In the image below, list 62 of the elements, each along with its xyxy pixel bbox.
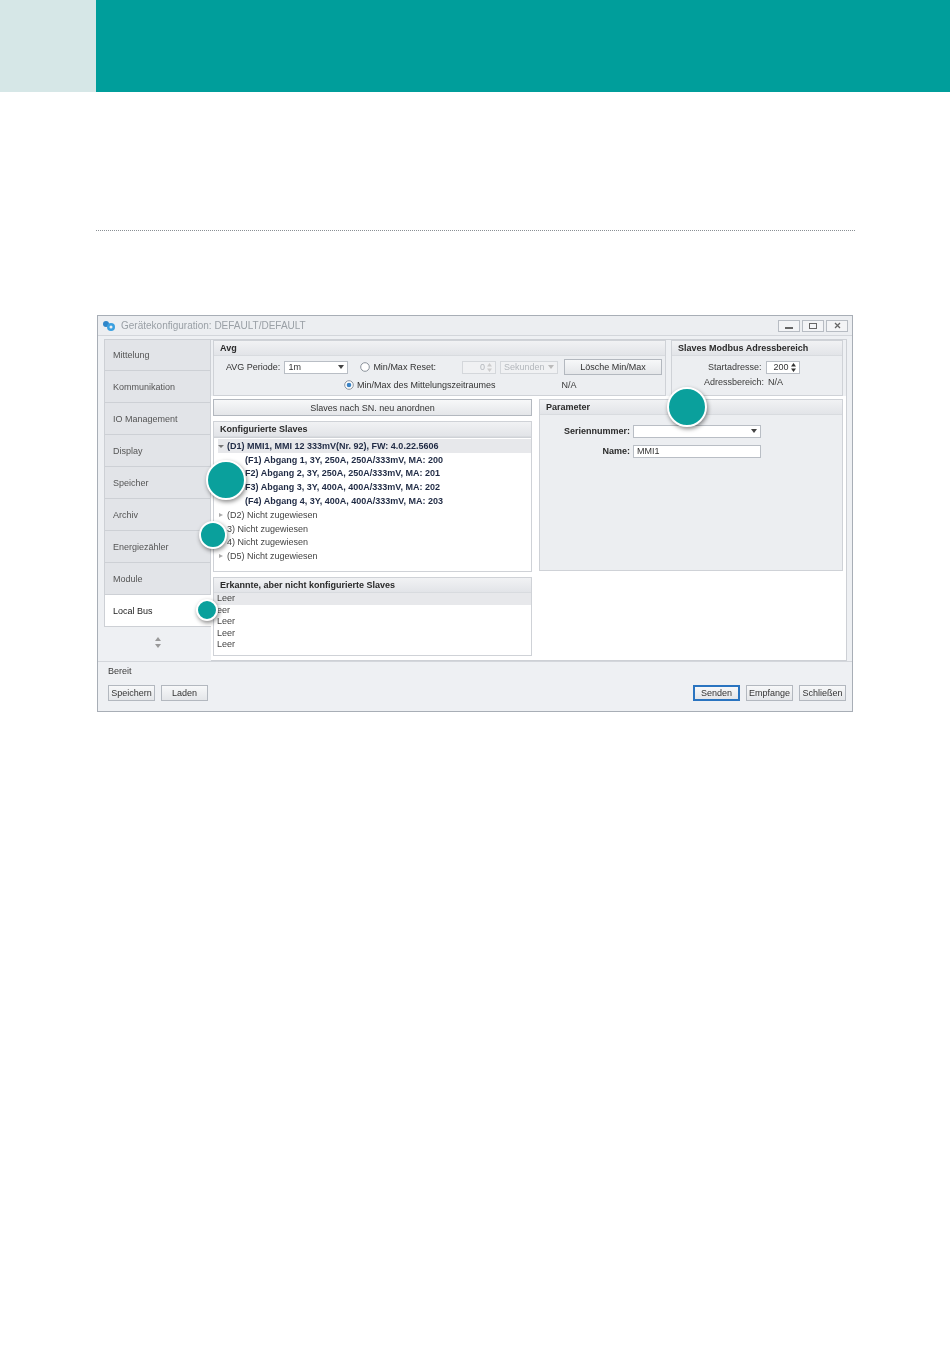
- scroll-up-icon: [154, 637, 161, 641]
- reading-text: N/A: [768, 377, 784, 387]
- tree-item[interactable]: (D2) Nicht zugewiesen: [218, 508, 531, 522]
- nav-tab[interactable]: Archiv: [104, 499, 211, 531]
- nav-tab[interactable]: Energiezähler: [104, 531, 211, 563]
- window-title: Gerätekonfiguration: DEFAULT/DEFAULT: [121, 320, 307, 331]
- tree-item[interactable]: 4) Nicht zugewiesen: [227, 535, 531, 550]
- dropdown-field[interactable]: 1m: [284, 360, 349, 374]
- input-field[interactable]: MMI1: [633, 444, 761, 458]
- field-label: Name:: [601, 446, 630, 456]
- spin-arrows-icon: [790, 362, 796, 372]
- tree-item[interactable]: F3) Abgang 3, 3Y, 400A, 400A/333mV, MA: 202: [245, 480, 531, 495]
- dropdown-arrow-icon: [338, 364, 345, 370]
- tree-item[interactable]: (D1) MMI1, MMI 12 333mV(Nr. 92), FW: 4.0.22.5606: [218, 439, 531, 453]
- nav-tab[interactable]: Display: [104, 435, 211, 467]
- panel-title: Konfigurierte Slaves: [220, 424, 308, 434]
- scroll-down-icon: [154, 644, 161, 648]
- close-icon: [833, 322, 841, 329]
- clear-button[interactable]: Lösche Min/Max: [563, 359, 662, 375]
- field-label: Adressbereich:: [704, 377, 765, 387]
- nav-tab[interactable]: Module: [104, 563, 211, 595]
- nav-tab[interactable]: Kommunikation: [104, 371, 211, 403]
- list-item[interactable]: Leer: [214, 616, 531, 628]
- sort-button[interactable]: Slaves nach SN. neu anordnen: [213, 399, 532, 416]
- nav-tab[interactable]: Mittelung: [104, 339, 211, 371]
- maximize-button[interactable]: [802, 319, 824, 332]
- radio-option[interactable]: Min/Max Reset:: [360, 362, 436, 372]
- footer-button[interactable]: Speichern: [108, 685, 155, 701]
- maximize-icon: [809, 322, 817, 329]
- list-item[interactable]: Leer: [214, 627, 531, 640]
- footer-button[interactable]: Laden: [161, 685, 208, 701]
- spin-field[interactable]: 200: [765, 360, 800, 374]
- group-title: Avg: [220, 343, 237, 353]
- field-label: Seriennummer:: [562, 426, 630, 436]
- nav-tab[interactable]: Speicher: [104, 467, 211, 499]
- tree-item[interactable]: (F1) Abgang 1, 3Y, 250A, 250A/333mV, MA: 200: [245, 452, 531, 467]
- minimize-button[interactable]: [778, 319, 800, 332]
- panel-title: Parameter: [546, 402, 591, 412]
- dropdown-field[interactable]: [633, 424, 761, 438]
- field-label: Startadresse:: [708, 362, 762, 372]
- nav-tab[interactable]: Local Bus: [104, 595, 213, 627]
- tree-item[interactable]: (F4) Abgang 4, 3Y, 400A, 400A/333mV, MA: 203: [245, 494, 531, 508]
- group-title: Slaves Modbus Adressbereich: [678, 343, 809, 353]
- field-label: AVG Periode:: [226, 362, 281, 372]
- status-text: Bereit: [108, 666, 133, 676]
- footer-button[interactable]: Schließen: [799, 685, 846, 701]
- reading-text: N/A: [561, 380, 577, 390]
- dropdown-arrow-icon: [751, 428, 757, 434]
- list-item[interactable]: Leer: [214, 593, 531, 605]
- dropdown-arrow-icon: [547, 364, 554, 370]
- list-item[interactable]: eer: [214, 604, 531, 617]
- panel-title: Erkannte, aber nicht konfigurierte Slaves: [220, 580, 396, 590]
- close-button[interactable]: [826, 319, 848, 332]
- footer-button[interactable]: Empfange: [746, 685, 793, 701]
- footer-button[interactable]: Senden: [693, 685, 740, 701]
- tree-item[interactable]: F2) Abgang 2, 3Y, 250A, 250A/333mV, MA: 201: [245, 466, 531, 481]
- spin-arrows-icon: [486, 362, 492, 372]
- tree-item[interactable]: (D5) Nicht zugewiesen: [218, 549, 531, 564]
- tree-item[interactable]: 3) Nicht zugewiesen: [227, 521, 531, 536]
- radio-option[interactable]: Min/Max des Mittelungszeitraumes: [344, 380, 496, 390]
- nav-tab[interactable]: IO Management: [104, 403, 211, 435]
- list-item[interactable]: Leer: [214, 639, 531, 651]
